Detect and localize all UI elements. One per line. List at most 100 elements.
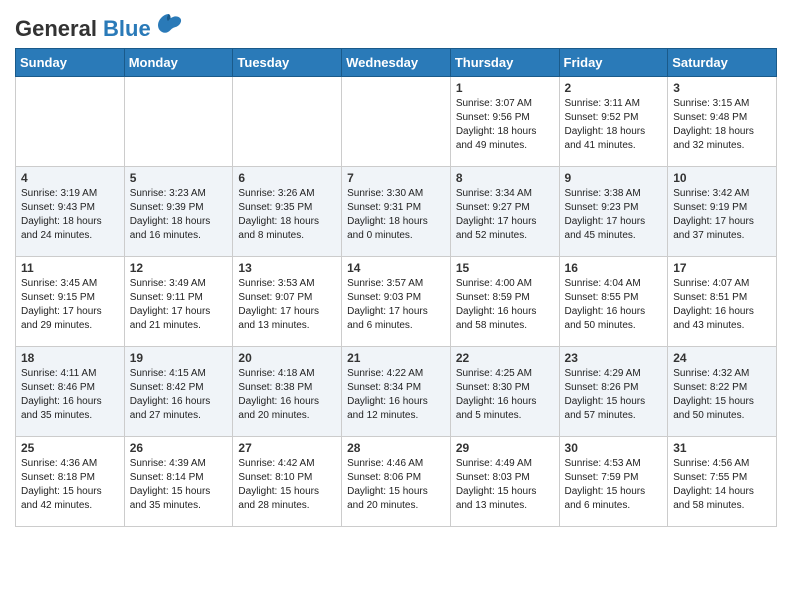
calendar-cell: 20 Sunrise: 4:18 AM Sunset: 8:38 PM Dayli… [233, 347, 342, 437]
day-info: Sunrise: 3:34 AM Sunset: 9:27 PM Dayligh… [456, 187, 554, 243]
calendar-cell: 12Sunrise: 3:49 AM Sunset: 9:11 PM Dayli… [124, 257, 233, 347]
day-number: 30 [565, 441, 663, 455]
day-info: Sunrise: 4:18 AM Sunset: 8:38 PM Dayligh… [238, 367, 336, 423]
day-info: Sunrise: 4:49 AM Sunset: 8:03 PM Dayligh… [456, 457, 554, 513]
calendar-week-row: 11 Sunrise: 3:45 AM Sunset: 9:15 PM Dayli… [16, 257, 777, 347]
calendar-cell: 28 Sunrise: 4:46 AM Sunset: 8:06 PM Dayli… [342, 437, 451, 527]
day-info: Sunrise: 4:29 AM Sunset: 8:26 PM Dayligh… [565, 367, 663, 423]
logo-general: General Blue [15, 18, 151, 40]
day-info: Sunrise: 4:11 AM Sunset: 8:46 PM Dayligh… [21, 367, 119, 423]
calendar-cell [16, 77, 125, 167]
calendar-cell: 1 Sunrise: 3:07 AM Sunset: 9:56 PM Daylig… [450, 77, 559, 167]
day-info: Sunrise: 4:46 AM Sunset: 8:06 PM Dayligh… [347, 457, 445, 513]
day-number: 25 [21, 441, 119, 455]
day-number: 9 [565, 171, 663, 185]
day-info: Sunrise: 4:32 AM Sunset: 8:22 PM Dayligh… [673, 367, 771, 423]
day-info: Sunrise: 4:39 AM Sunset: 8:14 PM Dayligh… [130, 457, 228, 513]
day-number: 23 [565, 351, 663, 365]
calendar-cell: 16Sunrise: 4:04 AM Sunset: 8:55 PM Dayli… [559, 257, 668, 347]
calendar-cell: 30 Sunrise: 4:53 AM Sunset: 7:59 PM Dayli… [559, 437, 668, 527]
day-info: Sunrise: 3:38 AM Sunset: 9:23 PM Dayligh… [565, 187, 663, 243]
calendar-cell: 25 Sunrise: 4:36 AM Sunset: 8:18 PM Dayli… [16, 437, 125, 527]
day-number: 17 [673, 261, 771, 275]
day-info: Sunrise: 3:19 AM Sunset: 9:43 PM Dayligh… [21, 187, 119, 243]
calendar-cell: 8 Sunrise: 3:34 AM Sunset: 9:27 PM Daylig… [450, 167, 559, 257]
day-number: 18 [21, 351, 119, 365]
calendar-cell: 29 Sunrise: 4:49 AM Sunset: 8:03 PM Dayli… [450, 437, 559, 527]
calendar-cell: 19 Sunrise: 4:15 AM Sunset: 8:42 PM Dayli… [124, 347, 233, 437]
day-info: Sunrise: 4:36 AM Sunset: 8:18 PM Dayligh… [21, 457, 119, 513]
calendar-cell: 31 Sunrise: 4:56 AM Sunset: 7:55 PM Dayli… [668, 437, 777, 527]
calendar-week-row: 25 Sunrise: 4:36 AM Sunset: 8:18 PM Dayli… [16, 437, 777, 527]
day-number: 7 [347, 171, 445, 185]
day-number: 28 [347, 441, 445, 455]
day-info: Sunrise: 3:30 AM Sunset: 9:31 PM Dayligh… [347, 187, 445, 243]
day-number: 4 [21, 171, 119, 185]
day-info: Sunrise: 4:22 AM Sunset: 8:34 PM Dayligh… [347, 367, 445, 423]
calendar-cell [124, 77, 233, 167]
day-number: 8 [456, 171, 554, 185]
day-number: 29 [456, 441, 554, 455]
day-number: 20 [238, 351, 336, 365]
day-header-thursday: Thursday [450, 49, 559, 77]
day-number: 5 [130, 171, 228, 185]
logo-bird-icon [155, 12, 183, 39]
calendar-cell: 27 Sunrise: 4:42 AM Sunset: 8:10 PM Dayli… [233, 437, 342, 527]
day-number: 24 [673, 351, 771, 365]
calendar-cell: 11 Sunrise: 3:45 AM Sunset: 9:15 PM Dayli… [16, 257, 125, 347]
day-info: Sunrise: 4:07 AM Sunset: 8:51 PM Dayligh… [673, 277, 771, 333]
calendar-week-row: 4 Sunrise: 3:19 AM Sunset: 9:43 PM Daylig… [16, 167, 777, 257]
calendar-cell: 10 Sunrise: 3:42 AM Sunset: 9:19 PM Dayli… [668, 167, 777, 257]
calendar-cell: 14 Sunrise: 3:57 AM Sunset: 9:03 PM Dayli… [342, 257, 451, 347]
calendar-week-row: 1 Sunrise: 3:07 AM Sunset: 9:56 PM Daylig… [16, 77, 777, 167]
header: General Blue [15, 10, 777, 40]
calendar-cell: 24 Sunrise: 4:32 AM Sunset: 8:22 PM Dayli… [668, 347, 777, 437]
calendar-cell: 4 Sunrise: 3:19 AM Sunset: 9:43 PM Daylig… [16, 167, 125, 257]
day-info: Sunrise: 3:07 AM Sunset: 9:56 PM Dayligh… [456, 97, 554, 153]
calendar-cell: 13 Sunrise: 3:53 AM Sunset: 9:07 PM Dayli… [233, 257, 342, 347]
day-info: Sunrise: 3:26 AM Sunset: 9:35 PM Dayligh… [238, 187, 336, 243]
day-number: 31 [673, 441, 771, 455]
calendar-cell: 15 Sunrise: 4:00 AM Sunset: 8:59 PM Dayli… [450, 257, 559, 347]
day-info: Sunrise: 4:53 AM Sunset: 7:59 PM Dayligh… [565, 457, 663, 513]
calendar-cell: 21Sunrise: 4:22 AM Sunset: 8:34 PM Dayli… [342, 347, 451, 437]
day-number: 27 [238, 441, 336, 455]
logo-blue: Blue [103, 16, 151, 41]
calendar-header-row: SundayMondayTuesdayWednesdayThursdayFrid… [16, 49, 777, 77]
day-number: 26 [130, 441, 228, 455]
calendar-cell: 17 Sunrise: 4:07 AM Sunset: 8:51 PM Dayli… [668, 257, 777, 347]
day-info: Sunrise: 4:15 AM Sunset: 8:42 PM Dayligh… [130, 367, 228, 423]
calendar-cell [233, 77, 342, 167]
day-number: 1 [456, 81, 554, 95]
calendar-cell: 6Sunrise: 3:26 AM Sunset: 9:35 PM Daylig… [233, 167, 342, 257]
day-number: 3 [673, 81, 771, 95]
day-number: 2 [565, 81, 663, 95]
day-info: Sunrise: 4:04 AM Sunset: 8:55 PM Dayligh… [565, 277, 663, 333]
day-number: 10 [673, 171, 771, 185]
calendar-cell: 5 Sunrise: 3:23 AM Sunset: 9:39 PM Daylig… [124, 167, 233, 257]
day-info: Sunrise: 4:00 AM Sunset: 8:59 PM Dayligh… [456, 277, 554, 333]
day-info: Sunrise: 3:23 AM Sunset: 9:39 PM Dayligh… [130, 187, 228, 243]
day-info: Sunrise: 3:15 AM Sunset: 9:48 PM Dayligh… [673, 97, 771, 153]
day-info: Sunrise: 3:42 AM Sunset: 9:19 PM Dayligh… [673, 187, 771, 243]
day-info: Sunrise: 4:56 AM Sunset: 7:55 PM Dayligh… [673, 457, 771, 513]
day-number: 22 [456, 351, 554, 365]
day-info: Sunrise: 4:42 AM Sunset: 8:10 PM Dayligh… [238, 457, 336, 513]
day-number: 11 [21, 261, 119, 275]
day-info: Sunrise: 3:53 AM Sunset: 9:07 PM Dayligh… [238, 277, 336, 333]
day-header-wednesday: Wednesday [342, 49, 451, 77]
calendar-cell [342, 77, 451, 167]
day-info: Sunrise: 3:57 AM Sunset: 9:03 PM Dayligh… [347, 277, 445, 333]
calendar-cell: 26 Sunrise: 4:39 AM Sunset: 8:14 PM Dayli… [124, 437, 233, 527]
day-number: 14 [347, 261, 445, 275]
day-info: Sunrise: 3:45 AM Sunset: 9:15 PM Dayligh… [21, 277, 119, 333]
day-info: Sunrise: 3:49 AM Sunset: 9:11 PM Dayligh… [130, 277, 228, 333]
day-number: 19 [130, 351, 228, 365]
logo: General Blue [15, 18, 183, 40]
day-number: 15 [456, 261, 554, 275]
calendar-cell: 7 Sunrise: 3:30 AM Sunset: 9:31 PM Daylig… [342, 167, 451, 257]
day-number: 13 [238, 261, 336, 275]
day-header-sunday: Sunday [16, 49, 125, 77]
calendar-cell: 23 Sunrise: 4:29 AM Sunset: 8:26 PM Dayli… [559, 347, 668, 437]
day-header-saturday: Saturday [668, 49, 777, 77]
